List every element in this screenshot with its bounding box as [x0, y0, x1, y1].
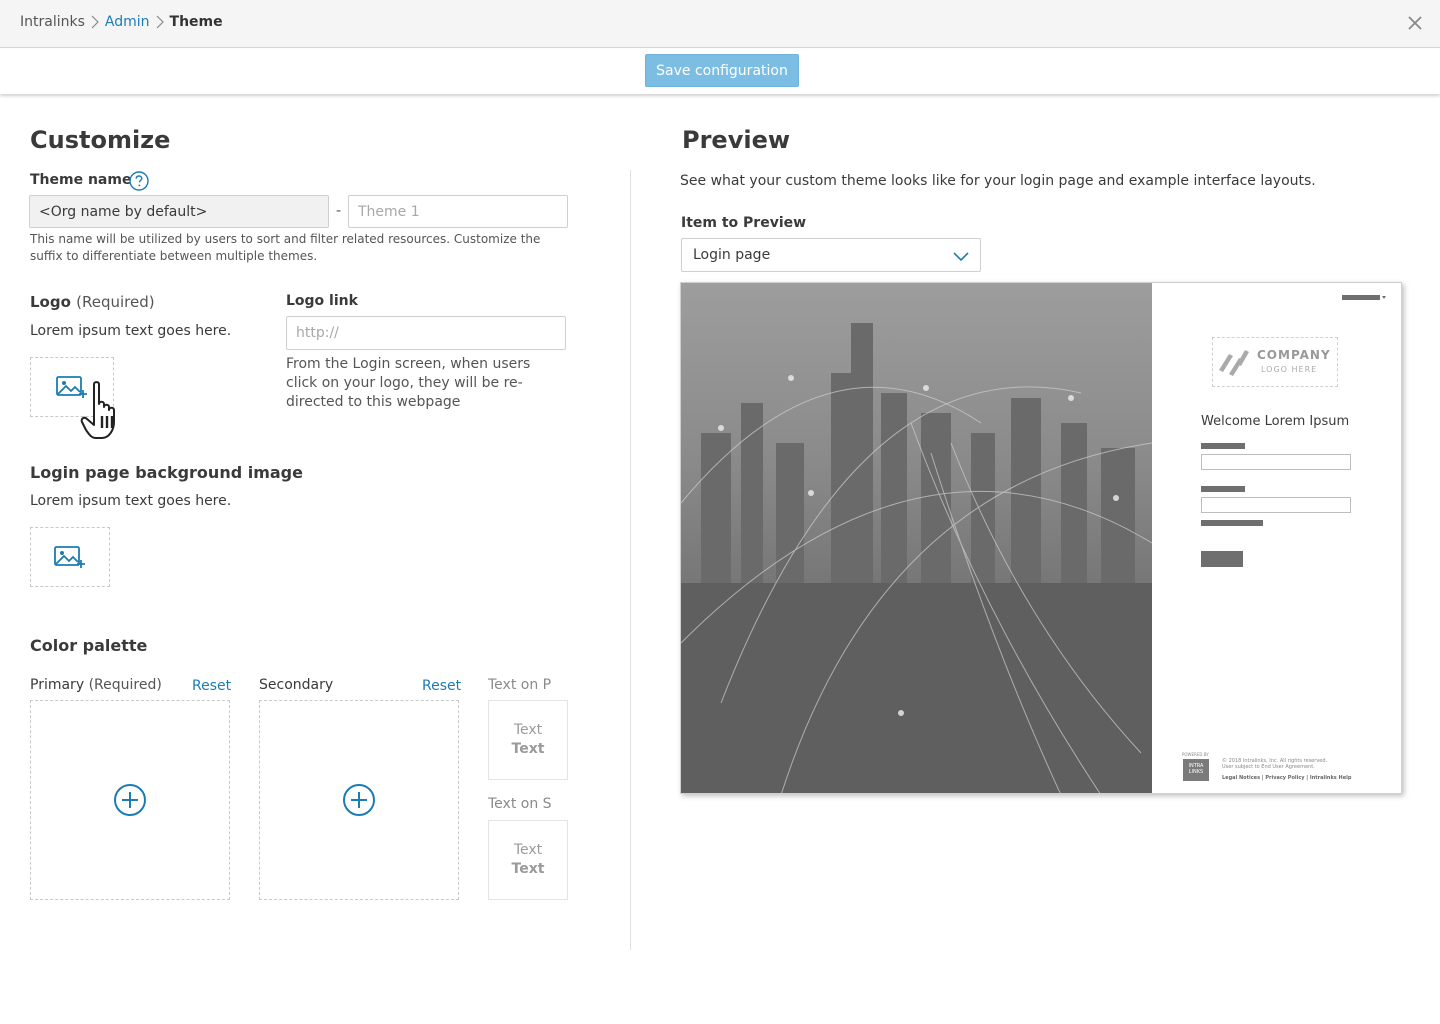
text-sample-bold: Text [511, 741, 545, 757]
forgot-link-placeholder [1201, 520, 1263, 526]
chevron-right-icon [156, 15, 164, 29]
logo-link-label: Logo link [286, 293, 358, 309]
welcome-text: Welcome Lorem Ipsum [1201, 414, 1350, 429]
logo-label-text: Logo [30, 293, 71, 311]
primary-required: (Required) [88, 677, 162, 693]
background-image-preview [681, 283, 1153, 793]
top-bar: Intralinks Admin Theme [0, 0, 1440, 48]
breadcrumb-theme: Theme [169, 14, 223, 30]
theme-name-help: This name will be utilized by users to s… [30, 232, 541, 263]
column-divider [630, 170, 631, 950]
primary-color-picker[interactable] [30, 700, 230, 900]
company-logo-placeholder: COMPANY LOGO HERE [1212, 337, 1338, 387]
add-image-icon [54, 546, 85, 568]
text-sample-regular: Text [513, 842, 543, 858]
save-configuration-button[interactable]: Save configuration [645, 54, 799, 87]
user-menu-placeholder-icon [1342, 295, 1386, 300]
company-logo-subtext: LOGO HERE [1261, 365, 1318, 374]
logo-description: Lorem ipsum text goes here. [30, 323, 232, 339]
text-on-secondary-sample[interactable]: Text Text [488, 820, 568, 900]
company-logo-text: COMPANY [1257, 348, 1331, 362]
primary-color-label: Primary (Required) [30, 677, 162, 693]
secondary-color-label: Secondary [259, 677, 334, 693]
hand-pointer-cursor-icon [80, 381, 115, 439]
logo-label: Logo (Required) [30, 293, 155, 311]
text-on-secondary-label: Text on S [488, 796, 552, 812]
help-icon[interactable] [129, 171, 149, 191]
username-field-placeholder [1201, 454, 1351, 470]
breadcrumb-admin[interactable]: Admin [105, 14, 150, 30]
login-panel-preview: COMPANY LOGO HERE Welcome Lorem Ipsum PO… [1152, 283, 1401, 793]
powered-by-text: POWERED BY [1182, 752, 1209, 757]
logo-required: (Required) [76, 293, 155, 311]
text-on-primary-label: Text on P [488, 677, 552, 693]
primary-reset-link[interactable]: Reset [192, 678, 231, 694]
add-circle-icon [114, 784, 146, 816]
color-palette-label: Color palette [30, 636, 148, 655]
item-to-preview-label: Item to Preview [681, 215, 807, 231]
close-icon[interactable] [1406, 14, 1424, 32]
item-to-preview-select[interactable]: Login page [681, 238, 981, 272]
item-to-preview-value: Login page [693, 247, 771, 263]
secondary-color-picker[interactable] [259, 700, 459, 900]
logo-link-help: From the Login screen, when users click … [286, 356, 531, 410]
footer-links: Legal Notices | Privacy Policy | Intrali… [1222, 775, 1352, 781]
background-upload-dropzone[interactable] [30, 527, 110, 587]
theme-name-prefix-field [29, 195, 329, 228]
logo-link-input[interactable] [286, 316, 566, 350]
login-button-placeholder [1201, 551, 1243, 567]
password-label-placeholder [1201, 486, 1245, 492]
preview-title: Preview [682, 126, 791, 154]
background-image-label: Login page background image [30, 463, 303, 482]
username-label-placeholder [1201, 443, 1245, 449]
theme-name-suffix-input[interactable] [348, 195, 568, 228]
company-logo-icon [1219, 350, 1249, 376]
text-sample-regular: Text [513, 722, 543, 738]
theme-name-label: Theme name [30, 172, 132, 188]
login-page-preview: COMPANY LOGO HERE Welcome Lorem Ipsum PO… [680, 282, 1402, 794]
chevron-right-icon [91, 15, 99, 29]
chevron-down-icon [953, 252, 969, 262]
primary-label-text: Primary [30, 677, 85, 693]
city-skyline-image [681, 283, 1153, 793]
breadcrumb: Intralinks Admin Theme [20, 14, 223, 30]
toolbar: Save configuration [0, 49, 1440, 94]
password-field-placeholder [1201, 497, 1351, 513]
add-circle-icon [343, 784, 375, 816]
breadcrumb-intralinks[interactable]: Intralinks [20, 14, 85, 30]
background-image-description: Lorem ipsum text goes here. [30, 493, 232, 509]
secondary-reset-link[interactable]: Reset [422, 678, 461, 694]
preview-description: See what your custom theme looks like fo… [680, 173, 1316, 189]
text-on-primary-sample[interactable]: Text Text [488, 700, 568, 780]
agreement-line: User subject to End User Agreement. [1222, 764, 1315, 770]
text-sample-bold: Text [511, 861, 545, 877]
intralinks-footer-logo: INTRA LINKS [1183, 759, 1209, 781]
copyright-text: © 2018 Intralinks, Inc. All rights reser… [1222, 758, 1327, 770]
theme-name-separator: - [336, 203, 342, 219]
customize-title: Customize [30, 126, 171, 154]
